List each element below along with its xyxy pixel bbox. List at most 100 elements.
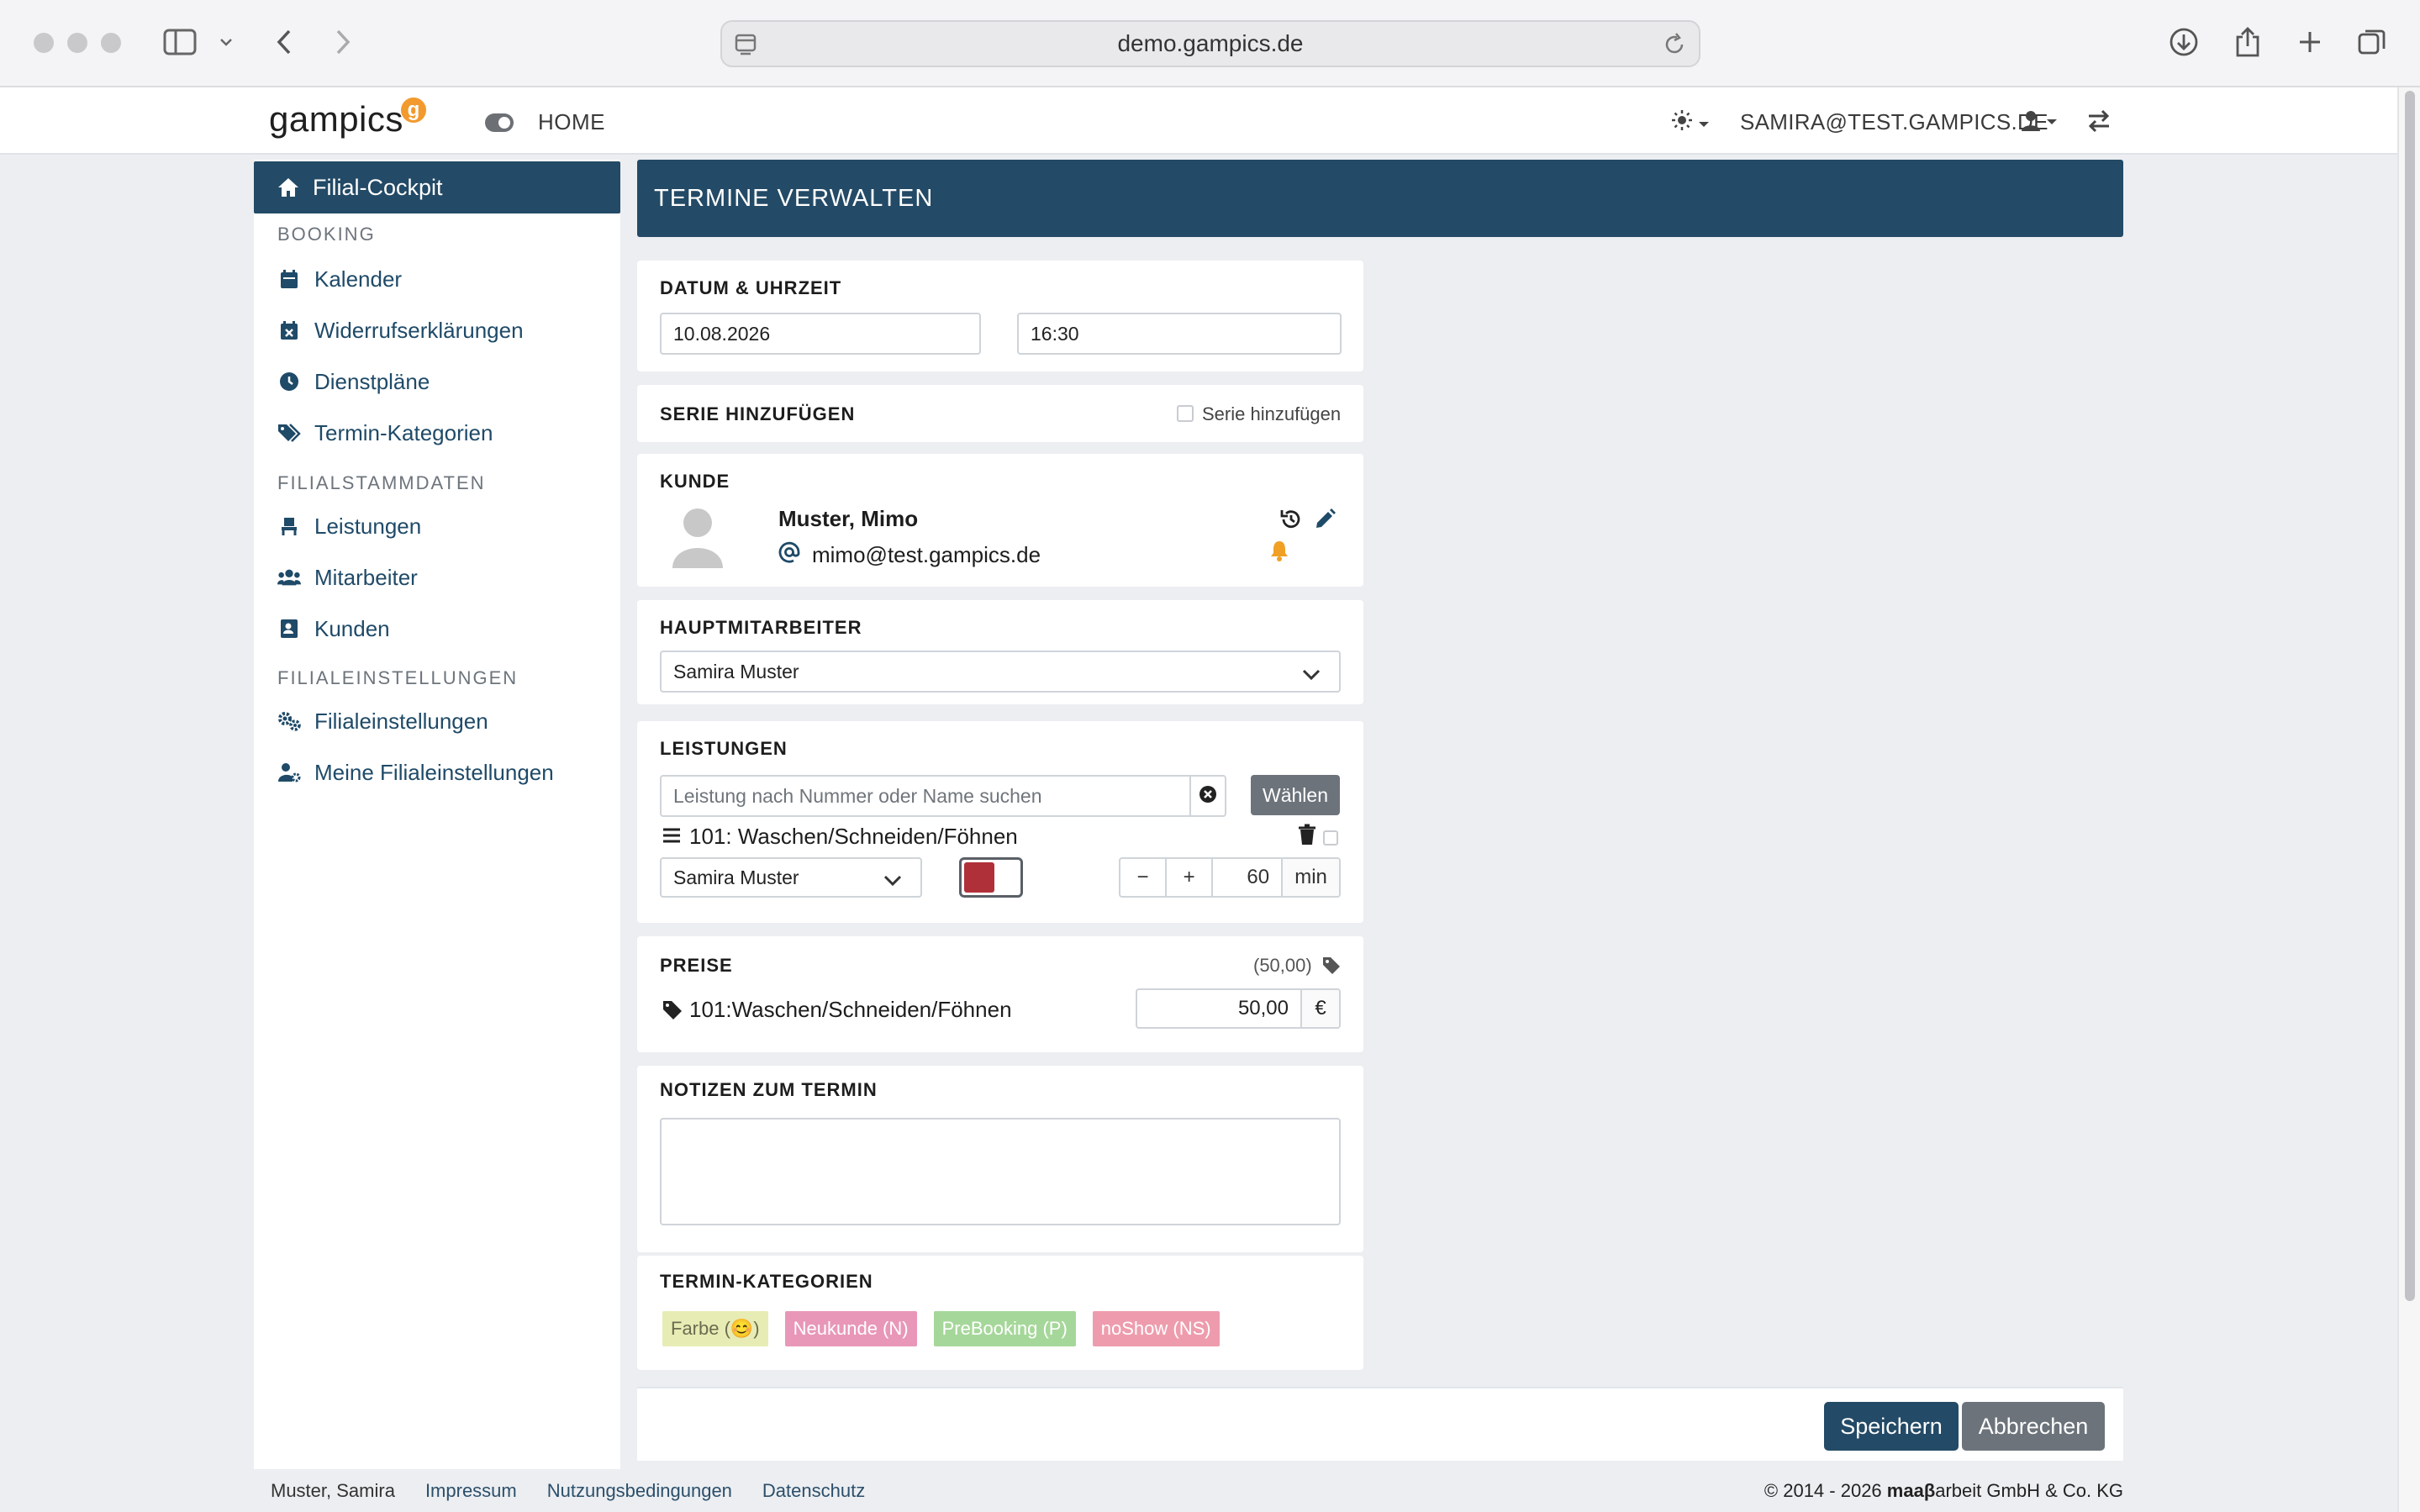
trash-icon[interactable] [1298,824,1316,850]
series-heading: SERIE HINZUFÜGEN [660,403,856,424]
sidebar-item-kalender[interactable]: Kalender [277,262,402,296]
sidebar-item-filialeinstellungen[interactable]: Filialeinstellungen [277,704,488,738]
sidebar-item-dienstplaene[interactable]: Dienstpläne [277,365,430,398]
customer-card: KUNDE Muster, Mimo mimo@test.gampics.de [637,454,1363,587]
sidebar-item-widerrufserklaerungen[interactable]: Widerrufserklärungen [277,313,524,347]
page-scrollbar[interactable] [2397,87,2420,1512]
home-link[interactable]: HOME [538,109,605,135]
main-staff-selected: Samira Muster [673,660,799,682]
notes-textarea[interactable] [660,1118,1341,1225]
prices-card: PREISE (50,00) 101:Waschen/Schneiden/Föh… [637,936,1363,1052]
service-search-input[interactable]: Leistung nach Nummer oder Name suchen [660,775,1191,817]
zoom-window-button[interactable] [101,33,121,53]
notes-card: NOTIZEN ZUM TERMIN [637,1066,1363,1252]
customer-name[interactable]: Muster, Mimo [778,506,918,532]
series-checkbox[interactable] [1177,405,1194,422]
sidebar-item-meine-filialeinstellungen[interactable]: Meine Filialeinstellungen [277,756,554,789]
edit-pencil-icon[interactable] [1313,508,1337,535]
duration-unit: min [1283,859,1339,896]
sidebar-item-label: Filial-Cockpit [313,174,443,200]
calendar-x-icon [277,320,301,340]
caret-down-icon [1698,111,1710,134]
share-icon[interactable] [2228,22,2268,62]
clear-search-button[interactable] [1189,775,1226,817]
sidebar-item-label: Kunden [314,615,390,641]
site-settings-icon[interactable] [734,32,759,63]
duration-input[interactable]: 60 [1213,859,1284,896]
logo[interactable]: gampics [269,99,403,140]
user-icon [2021,110,2041,136]
contact-card-icon [277,619,301,639]
main-staff-heading: HAUPTMITARBEITER [660,617,862,638]
home-icon [277,177,299,198]
app-header: gampics g HOME SAMIRA@TEST.GAMPICS.DE [0,87,2397,155]
gears-icon [277,711,301,731]
reload-icon[interactable] [1662,32,1687,63]
notes-heading: NOTIZEN ZUM TERMIN [660,1079,878,1100]
service-color-toggle[interactable] [959,857,1023,898]
sidebar-section-booking: BOOKING [277,224,376,245]
theme-dropdown[interactable] [1671,106,1710,140]
price-total: (50,00) [1253,955,1312,976]
cancel-button[interactable]: Abbrechen [1962,1402,2105,1451]
new-tab-icon[interactable] [2290,22,2330,62]
scrollbar-thumb[interactable] [2405,91,2415,1301]
footer-link-nutzungsbedingungen[interactable]: Nutzungsbedingungen [547,1480,732,1502]
user-menu-dropdown[interactable] [2021,106,2058,140]
time-input[interactable]: 16:30 [1017,313,1342,355]
service-item-checkbox[interactable] [1323,830,1338,846]
sidebar-item-kunden[interactable]: Kunden [277,612,390,645]
sidebar-item-filial-cockpit[interactable]: Filial-Cockpit [254,161,620,213]
calendar-icon [277,269,301,289]
sidebar-section-filialstammdaten: FILIALSTAMMDATEN [277,472,486,493]
price-input[interactable]: 50,00 [1137,990,1302,1027]
back-icon[interactable] [264,22,304,62]
chevron-down-icon[interactable] [214,22,239,62]
tab-overview-icon[interactable] [2352,22,2392,62]
category-tag-noshow[interactable]: noShow (NS) [1092,1311,1220,1346]
category-tag-farbe[interactable]: Farbe (😊) [662,1311,768,1346]
main-staff-select[interactable]: Samira Muster [660,651,1341,693]
forward-icon[interactable] [323,22,363,62]
sidebar-item-leistungen[interactable]: Leistungen [277,509,421,543]
categories-card: TERMIN-KATEGORIEN Farbe (😊) Neukunde (N)… [637,1256,1363,1370]
minimize-window-button[interactable] [67,33,87,53]
service-staff-select[interactable]: Samira Muster [660,857,922,898]
increase-duration-button[interactable]: + [1167,859,1214,896]
sidebar-section-filialeinstellungen: FILIALEINSTELLUNGEN [277,667,519,688]
customer-heading: KUNDE [660,471,730,492]
close-window-button[interactable] [34,33,54,53]
category-tag-prebooking[interactable]: PreBooking (P) [933,1311,1076,1346]
clear-circle-icon [1199,785,1217,808]
sidebar-toggle-icon[interactable] [160,22,200,62]
series-checkbox-label[interactable]: Serie hinzufügen [1202,403,1341,425]
customer-email-row: mimo@test.gampics.de [778,541,1041,569]
tags-icon [277,423,301,443]
main-staff-card: HAUPTMITARBEITER Samira Muster [637,600,1363,704]
history-icon[interactable] [1279,508,1303,535]
category-tag-neukunde[interactable]: Neukunde (N) [784,1311,917,1346]
drag-handle-icon[interactable] [662,827,681,848]
sidebar-item-label: Widerrufserklärungen [314,317,524,343]
footer-link-impressum[interactable]: Impressum [425,1480,517,1502]
datetime-heading: DATUM & UHRZEIT [660,277,842,298]
sidebar-item-label: Kalender [314,266,403,292]
address-bar[interactable]: demo.gampics.de [720,20,1700,67]
date-input[interactable]: 10.08.2026 [660,313,981,355]
sidebar-toggle-switch[interactable] [485,113,514,132]
switch-branch-icon[interactable] [2086,109,2112,137]
user-gear-icon [277,762,301,782]
downloads-icon[interactable] [2164,22,2204,62]
sidebar-item-mitarbeiter[interactable]: Mitarbeiter [277,561,418,594]
bell-icon[interactable] [1269,540,1289,566]
currency-label: € [1302,990,1339,1027]
user-email[interactable]: SAMIRA@TEST.GAMPICS.DE [1740,109,2048,135]
sidebar-item-label: Meine Filialeinstellungen [314,759,554,785]
sidebar-item-termin-kategorien[interactable]: Termin-Kategorien [277,416,493,450]
footer-link-datenschutz[interactable]: Datenschutz [762,1480,865,1502]
decrease-duration-button[interactable]: − [1120,859,1168,896]
sidebar-item-label: Leistungen [314,513,422,539]
caret-down-icon [2046,115,2058,130]
save-button[interactable]: Speichern [1824,1402,1959,1451]
choose-service-button[interactable]: Wählen [1251,775,1340,815]
